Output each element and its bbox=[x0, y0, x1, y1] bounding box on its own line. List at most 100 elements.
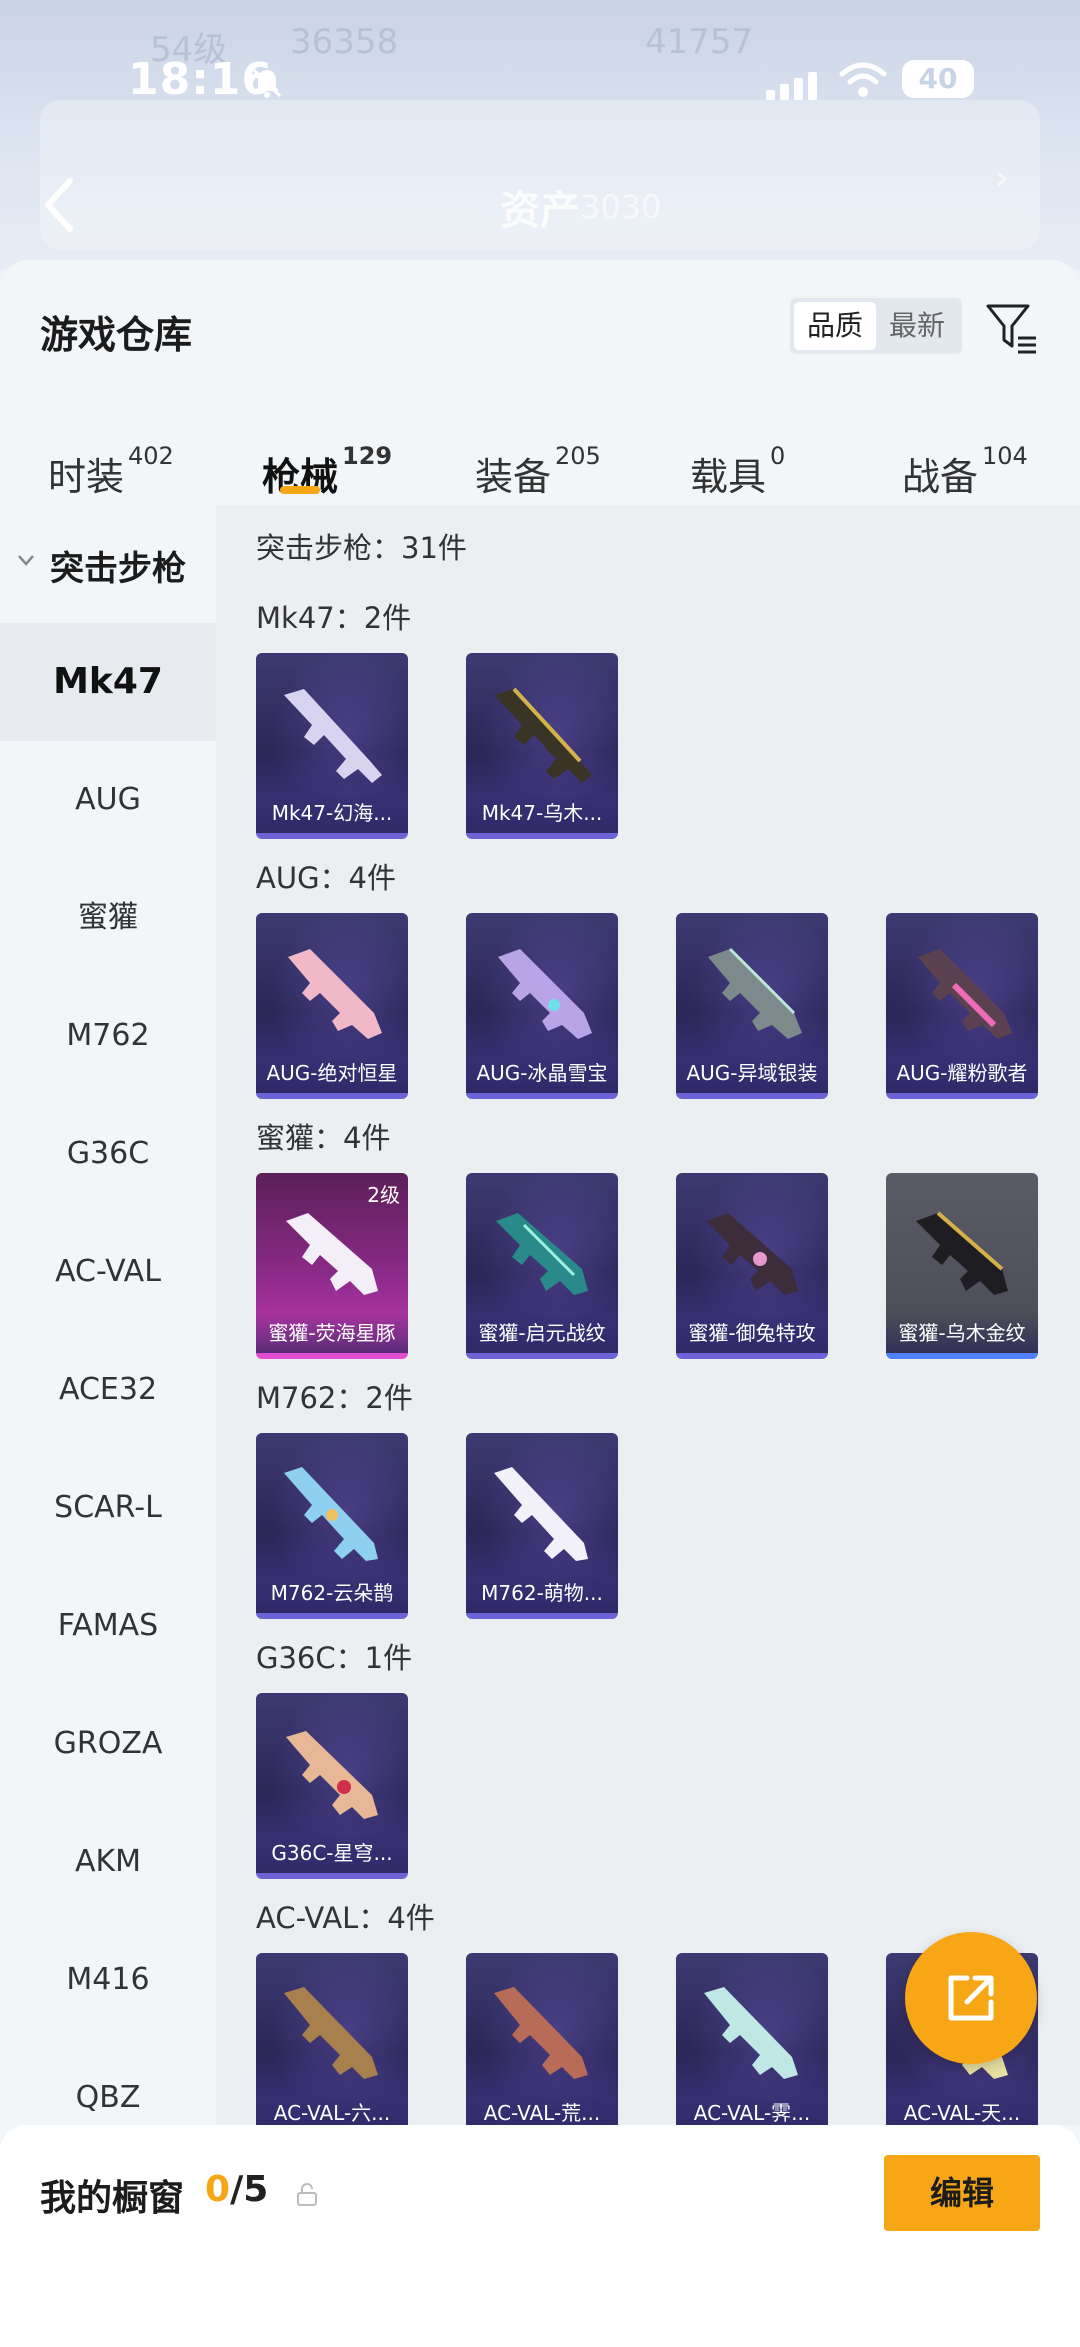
skin-card[interactable]: AC-VAL-霁... bbox=[676, 1953, 828, 2125]
share-fab[interactable] bbox=[905, 1932, 1037, 2064]
sidebar-item-m762[interactable]: M762 bbox=[0, 977, 216, 1095]
skin-card[interactable]: Mk47-乌木... bbox=[466, 653, 618, 839]
skin-name: 蜜獾-乌木金纹 bbox=[886, 1313, 1038, 1353]
weapon-sidebar: 突击步枪 Mk47 AUG 蜜獾 M762 G36C AC-VAL ACE32 … bbox=[0, 505, 216, 2347]
tab-count: 129 bbox=[342, 442, 393, 470]
tab-count: 0 bbox=[770, 442, 786, 470]
sidebar-item-mk47[interactable]: Mk47 bbox=[0, 623, 216, 741]
page-title: 游戏仓库 bbox=[40, 313, 193, 357]
showcase-bar: 我的橱窗 0/5 编辑 bbox=[0, 2125, 1080, 2347]
sidebar-item-g36c[interactable]: G36C bbox=[0, 1095, 216, 1213]
rifle-icon bbox=[286, 1731, 378, 1819]
rifle-icon bbox=[498, 949, 592, 1039]
group-title: AC-VAL：4件 bbox=[256, 1901, 435, 1935]
skin-card[interactable]: AC-VAL-荒... bbox=[466, 1953, 618, 2125]
signal-icon bbox=[766, 70, 820, 100]
skin-name: AC-VAL-荒... bbox=[466, 2093, 618, 2125]
skin-card[interactable]: AUG-异域银装 bbox=[676, 913, 828, 1099]
tab-label: 载具 bbox=[690, 455, 767, 499]
skin-name: AUG-耀粉歌者 bbox=[886, 1053, 1038, 1093]
tab-count: 205 bbox=[555, 442, 601, 470]
skin-name: G36C-星穹... bbox=[256, 1833, 408, 1873]
showcase-label: 我的橱窗 bbox=[40, 2178, 185, 2219]
rifle-icon bbox=[706, 1213, 798, 1295]
edit-button[interactable]: 编辑 bbox=[884, 2155, 1040, 2231]
skin-card[interactable]: G36C-星穹... bbox=[256, 1693, 408, 1879]
sidebar-item-ace32[interactable]: ACE32 bbox=[0, 1331, 216, 1449]
skin-name: AC-VAL-霁... bbox=[676, 2093, 828, 2125]
wifi-icon bbox=[839, 62, 887, 97]
chevron-right-icon: › bbox=[995, 158, 1009, 198]
category-summary: 突击步枪：31件 bbox=[256, 531, 467, 565]
skin-card[interactable]: 蜜獾-乌木金纹 bbox=[886, 1173, 1038, 1359]
skin-name: Mk47-幻海... bbox=[256, 793, 408, 833]
sidebar-item-famas[interactable]: FAMAS bbox=[0, 1567, 216, 1685]
sidebar-item-akm[interactable]: AKM bbox=[0, 1803, 216, 1921]
sort-newest-option[interactable]: 最新 bbox=[876, 302, 958, 350]
tab-count: 104 bbox=[982, 442, 1028, 470]
skin-card[interactable]: AUG-冰晶雪宝 bbox=[466, 913, 618, 1099]
skin-name: 蜜獾-御兔特攻 bbox=[676, 1313, 828, 1353]
skin-card[interactable]: AC-VAL-六... bbox=[256, 1953, 408, 2125]
lock-icon bbox=[297, 2183, 317, 2206]
sidebar-item-groza[interactable]: GROZA bbox=[0, 1685, 216, 1803]
sort-quality-option[interactable]: 品质 bbox=[794, 302, 876, 350]
skin-card[interactable]: 2级 蜜獾-荧海星豚 bbox=[256, 1173, 408, 1359]
sidebar-item-aug[interactable]: AUG bbox=[0, 741, 216, 859]
showcase-count: 0/5 bbox=[205, 2169, 268, 2210]
skin-name: AC-VAL-六... bbox=[256, 2093, 408, 2125]
skin-name: AUG-异域银装 bbox=[676, 1053, 828, 1093]
filter-icon[interactable] bbox=[984, 300, 1040, 356]
sort-toggle[interactable]: 品质 最新 bbox=[790, 298, 962, 354]
background-profile-header: 54级 36358 41757 资产 3030 › 18:16 40 bbox=[0, 0, 1080, 270]
rifle-icon bbox=[284, 1987, 378, 2079]
rifle-icon bbox=[496, 1213, 588, 1295]
tab-fashion[interactable]: 时装 402 bbox=[48, 442, 174, 501]
sidebar-item-m416[interactable]: M416 bbox=[0, 1921, 216, 2039]
skin-card[interactable]: AUG-绝对恒星 bbox=[256, 913, 408, 1099]
sidebar-item-honey-badger[interactable]: 蜜獾 bbox=[0, 859, 216, 977]
tab-vehicles[interactable]: 载具 0 bbox=[690, 442, 785, 501]
skin-name: AUG-冰晶雪宝 bbox=[466, 1053, 618, 1093]
rifle-icon bbox=[708, 947, 802, 1039]
rifle-icon bbox=[494, 1467, 588, 1561]
sidebar-item-scar-l[interactable]: SCAR-L bbox=[0, 1449, 216, 1567]
skin-card[interactable]: 蜜獾-启元战纹 bbox=[466, 1173, 618, 1359]
group-title: AUG：4件 bbox=[256, 861, 396, 895]
sidebar-category-label: 突击步枪 bbox=[50, 549, 186, 589]
tab-label: 战备 bbox=[902, 455, 979, 499]
rifle-icon bbox=[918, 949, 1012, 1039]
group-title: M762：2件 bbox=[256, 1381, 413, 1415]
skin-card[interactable]: Mk47-幻海... bbox=[256, 653, 408, 839]
back-arrow-icon[interactable] bbox=[40, 175, 80, 235]
skin-name: 蜜獾-启元战纹 bbox=[466, 1313, 618, 1353]
share-out-icon bbox=[948, 1975, 994, 2021]
group-title: 蜜獾：4件 bbox=[256, 1121, 391, 1155]
active-tab-indicator bbox=[280, 486, 320, 494]
sidebar-item-ac-val[interactable]: AC-VAL bbox=[0, 1213, 216, 1331]
sidebar-category-header[interactable]: 突击步枪 bbox=[0, 505, 216, 623]
skin-card[interactable]: M762-萌物... bbox=[466, 1433, 618, 1619]
rifle-icon bbox=[288, 949, 382, 1039]
skin-name: AC-VAL-天... bbox=[886, 2093, 1038, 2125]
rifle-icon bbox=[286, 1213, 378, 1295]
rifle-icon bbox=[284, 689, 382, 783]
skin-card[interactable]: M762-云朵鹊 bbox=[256, 1433, 408, 1619]
skin-name: Mk47-乌木... bbox=[466, 793, 618, 833]
rifle-icon bbox=[494, 1987, 588, 2079]
group-title: Mk47：2件 bbox=[256, 601, 412, 635]
chevron-down-icon bbox=[18, 555, 34, 566]
tab-count: 402 bbox=[128, 442, 174, 470]
skin-name: M762-萌物... bbox=[466, 1573, 618, 1613]
skin-card[interactable]: 蜜獾-御兔特攻 bbox=[676, 1173, 828, 1359]
tab-equipment[interactable]: 装备 205 bbox=[475, 442, 601, 501]
battery-icon: 40 bbox=[902, 60, 974, 98]
assets-label: 资产 bbox=[500, 188, 580, 234]
skin-card[interactable]: AUG-耀粉歌者 bbox=[886, 913, 1038, 1099]
assets-value: 3030 bbox=[580, 188, 662, 226]
group-title: G36C：1件 bbox=[256, 1641, 413, 1675]
tab-supplies[interactable]: 战备 104 bbox=[902, 442, 1028, 501]
weapon-skin-grid: 突击步枪：31件 Mk47：2件 Mk47-幻海... Mk47-乌木... A… bbox=[216, 505, 1080, 2125]
rifle-icon bbox=[494, 687, 592, 783]
tab-label: 装备 bbox=[475, 455, 552, 499]
